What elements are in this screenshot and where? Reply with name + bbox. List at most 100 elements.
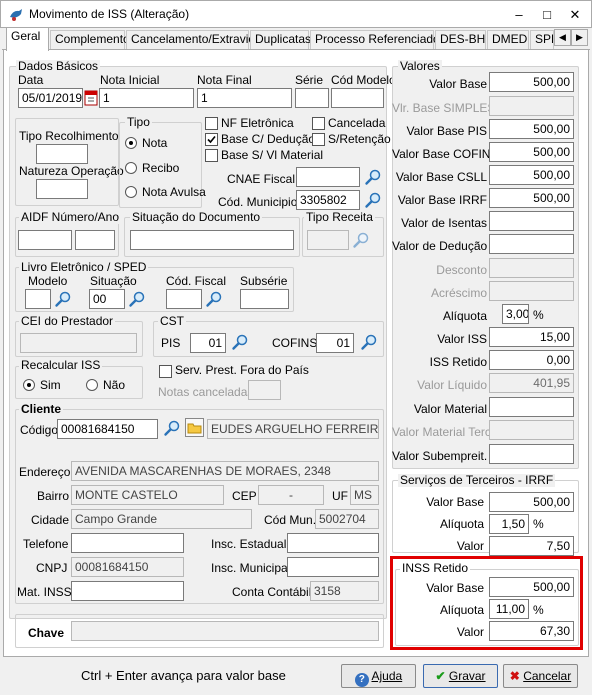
valores-row-input[interactable]	[489, 420, 574, 440]
tab-spe[interactable]: SPE	[530, 30, 554, 49]
valores-row-input[interactable]: 15,00	[489, 327, 574, 347]
calendar-icon[interactable]	[84, 88, 98, 107]
valores-row-input[interactable]	[489, 444, 574, 464]
cidade-input[interactable]: Campo Grande	[71, 509, 252, 529]
maximize-button[interactable]: □	[536, 6, 558, 24]
valores-row-input[interactable]	[489, 96, 574, 116]
recalc-title: Recalcular ISS	[19, 358, 103, 372]
telefone-input[interactable]	[71, 533, 184, 553]
tipo-recibo-radio[interactable]	[125, 162, 137, 174]
search-icon[interactable]	[205, 290, 223, 308]
serv-prest-checkbox[interactable]	[159, 365, 172, 378]
natureza-operacao-input[interactable]	[36, 179, 88, 199]
search-icon[interactable]	[364, 191, 382, 209]
valores-row-input[interactable]: 500,00	[489, 165, 574, 185]
valores-row-label: Alíquota	[442, 309, 487, 323]
base-deducao-checkbox[interactable]	[205, 133, 218, 146]
cancelada-checkbox[interactable]	[312, 117, 325, 130]
modelo-input[interactable]	[25, 289, 51, 309]
cod-municipio-input[interactable]: 3305802	[296, 190, 360, 210]
s-retencao-checkbox[interactable]	[312, 133, 325, 146]
tipo-nota-radio[interactable]	[125, 137, 137, 149]
tab-scroll-left-icon[interactable]: ◀	[554, 29, 571, 46]
notas-canceladas-input[interactable]	[248, 380, 281, 400]
search-icon[interactable]	[360, 333, 378, 351]
search-icon[interactable]	[128, 290, 146, 308]
close-button[interactable]: ✕	[564, 6, 586, 24]
valores-row-input[interactable]: 500,00	[489, 188, 574, 208]
tab-processo[interactable]: Processo Referenciado	[310, 30, 440, 49]
codigo-input[interactable]: 00081684150	[57, 419, 158, 439]
ajuda-button[interactable]: ? Ajuda	[341, 664, 416, 688]
irrf-aliquota-input[interactable]: 1,50	[489, 514, 529, 534]
endereco-input[interactable]: AVENIDA MASCARENHAS DE MORAES, 2348	[71, 461, 379, 481]
valores-row-input[interactable]: 3,00	[502, 304, 529, 324]
valores-row-input[interactable]	[489, 281, 574, 301]
cofins-input[interactable]: 01	[316, 333, 354, 353]
cancelar-button[interactable]: ✖ Cancelar	[503, 664, 578, 688]
folder-icon[interactable]	[185, 418, 204, 437]
tipo-avulsa-label: Nota Avulsa	[142, 185, 206, 199]
irrf-base-input[interactable]: 500,00	[489, 492, 574, 512]
cod-mun-input[interactable]: 5002704	[315, 509, 379, 529]
situacao-input[interactable]	[130, 230, 294, 250]
subserie-input[interactable]	[240, 289, 289, 309]
nf-eletronica-checkbox[interactable]	[205, 117, 218, 130]
gravar-button[interactable]: ✔ Gravar	[423, 664, 498, 688]
pis-input[interactable]: 01	[190, 333, 226, 353]
tipo-avulsa-radio[interactable]	[125, 186, 137, 198]
valores-row-input[interactable]: 401,95	[489, 373, 574, 393]
recalc-nao-radio[interactable]	[86, 379, 98, 391]
tipo-recibo-label: Recibo	[142, 161, 180, 175]
valores-row-input[interactable]	[489, 234, 574, 254]
conta-contabil-input[interactable]: 3158	[310, 581, 379, 601]
search-icon[interactable]	[54, 290, 72, 308]
recalc-sim-radio[interactable]	[23, 379, 35, 391]
search-icon[interactable]	[352, 231, 370, 249]
aidf-ano-input[interactable]	[75, 230, 115, 250]
valores-row-input[interactable]: 500,00	[489, 119, 574, 139]
valores-row-input[interactable]	[489, 211, 574, 231]
tab-scroll-right-icon[interactable]: ▶	[571, 29, 588, 46]
cnpj-input[interactable]: 00081684150	[71, 557, 184, 577]
mat-inss-input[interactable]	[71, 581, 184, 601]
tab-complemento[interactable]: Complemento	[50, 30, 130, 49]
cep-input[interactable]: -	[258, 485, 324, 505]
chave-input[interactable]	[71, 621, 379, 641]
livro-situacao-input[interactable]: 00	[89, 289, 125, 309]
telefone-label: Telefone	[23, 537, 69, 551]
cliente-nome-input[interactable]: EUDES ARGUELHO FERREIRA	[207, 419, 379, 439]
tab-dmed[interactable]: DMED	[487, 30, 529, 49]
tipo-recolhimento-input[interactable]	[36, 144, 88, 164]
base-vl-material-checkbox[interactable]	[205, 149, 218, 162]
valores-row-input[interactable]: 0,00	[489, 350, 574, 370]
tab-duplicatas[interactable]: Duplicatas	[250, 30, 311, 49]
irrf-valor-input[interactable]: 7,50	[489, 536, 574, 556]
insc-estadual-input[interactable]	[287, 533, 379, 553]
valores-row-input[interactable]	[489, 258, 574, 278]
tab-geral[interactable]: Geral	[6, 27, 49, 51]
search-icon[interactable]	[364, 168, 382, 186]
uf-input[interactable]: MS	[350, 485, 379, 505]
cod-modelo-input[interactable]	[331, 88, 384, 108]
nota-final-input[interactable]: 1	[197, 88, 292, 108]
aidf-numero-input[interactable]	[18, 230, 72, 250]
search-icon[interactable]	[163, 419, 181, 437]
nota-inicial-input[interactable]: 1	[99, 88, 194, 108]
valores-row-input[interactable]: 500,00	[489, 142, 574, 162]
tab-cancelamento[interactable]: Cancelamento/Extravio	[126, 30, 255, 49]
valores-row-input[interactable]	[489, 397, 574, 417]
bairro-input[interactable]: MONTE CASTELO	[71, 485, 224, 505]
cnae-input[interactable]	[296, 167, 360, 187]
tipo-receita-input[interactable]	[307, 230, 349, 250]
serie-input[interactable]	[295, 88, 329, 108]
cod-fiscal-input[interactable]	[166, 289, 202, 309]
minimize-button[interactable]: –	[508, 6, 530, 24]
data-input[interactable]: 05/01/2019	[18, 88, 83, 108]
cei-input[interactable]	[20, 333, 137, 353]
insc-municipal-input[interactable]	[287, 557, 379, 577]
tab-des-bh[interactable]: DES-BH	[435, 30, 486, 49]
valores-row-label: Valor Material	[413, 402, 487, 416]
valores-row-input[interactable]: 500,00	[489, 72, 574, 92]
search-icon[interactable]	[231, 333, 249, 351]
